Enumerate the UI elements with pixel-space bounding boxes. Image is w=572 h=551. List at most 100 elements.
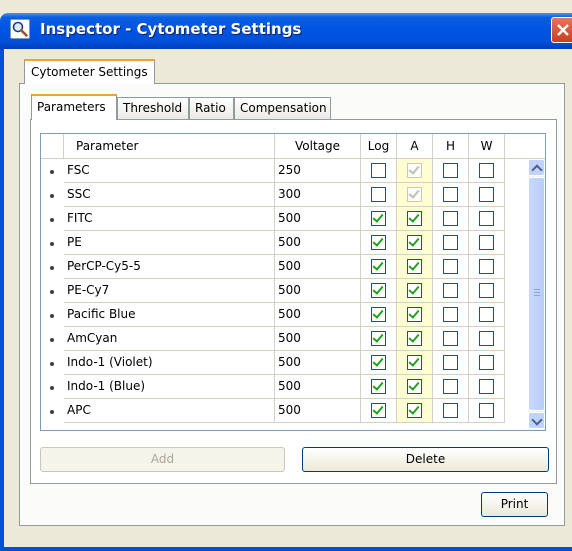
h-checkbox[interactable] — [443, 307, 458, 322]
a-checkbox[interactable] — [407, 259, 422, 274]
w-checkbox[interactable] — [479, 307, 494, 322]
table-row[interactable]: PerCP-Cy5-5 500 — [41, 255, 529, 279]
log-checkbox[interactable] — [371, 163, 386, 178]
w-checkbox[interactable] — [479, 355, 494, 370]
a-checkbox[interactable] — [407, 403, 422, 418]
log-checkbox[interactable] — [371, 379, 386, 394]
log-cell — [361, 183, 397, 207]
tab-compensation[interactable]: Compensation — [234, 97, 331, 119]
w-checkbox[interactable] — [479, 163, 494, 178]
table-row[interactable]: Indo-1 (Violet) 500 — [41, 351, 529, 375]
scroll-up-button[interactable] — [528, 159, 545, 176]
vertical-scrollbar[interactable] — [528, 159, 545, 430]
scroll-down-button[interactable] — [528, 412, 545, 429]
parameter-cell[interactable]: Pacific Blue — [64, 303, 275, 327]
voltage-cell[interactable]: 500 — [275, 303, 361, 327]
voltage-cell[interactable]: 250 — [275, 159, 361, 183]
column-header-h[interactable]: H — [433, 134, 469, 159]
log-checkbox[interactable] — [371, 331, 386, 346]
column-header-voltage[interactable]: Voltage — [275, 134, 361, 159]
h-checkbox[interactable] — [443, 235, 458, 250]
voltage-cell[interactable]: 500 — [275, 375, 361, 399]
voltage-cell[interactable]: 500 — [275, 351, 361, 375]
tab-cytometer-settings[interactable]: Cytometer Settings — [24, 59, 155, 84]
log-checkbox[interactable] — [371, 403, 386, 418]
log-checkbox[interactable] — [371, 283, 386, 298]
h-checkbox[interactable] — [443, 355, 458, 370]
w-checkbox[interactable] — [479, 379, 494, 394]
tab-ratio[interactable]: Ratio — [189, 97, 234, 119]
table-row[interactable]: FITC 500 — [41, 207, 529, 231]
a-checkbox[interactable] — [407, 235, 422, 250]
voltage-cell[interactable]: 500 — [275, 207, 361, 231]
table-row[interactable]: FSC 250 — [41, 159, 529, 183]
delete-button[interactable]: Delete — [302, 447, 549, 472]
voltage-cell[interactable]: 300 — [275, 183, 361, 207]
a-checkbox[interactable] — [407, 355, 422, 370]
h-checkbox[interactable] — [443, 283, 458, 298]
voltage-cell[interactable]: 500 — [275, 399, 361, 423]
w-checkbox[interactable] — [479, 283, 494, 298]
parameter-cell[interactable]: Indo-1 (Blue) — [64, 375, 275, 399]
w-checkbox[interactable] — [479, 403, 494, 418]
a-checkbox[interactable] — [407, 331, 422, 346]
column-header-log[interactable]: Log — [361, 134, 397, 159]
h-checkbox[interactable] — [443, 379, 458, 394]
parameter-cell[interactable]: PE-Cy7 — [64, 279, 275, 303]
parameter-cell[interactable]: FSC — [64, 159, 275, 183]
a-checkbox[interactable] — [407, 307, 422, 322]
tab-threshold[interactable]: Threshold — [117, 97, 189, 119]
table-row[interactable]: SSC 300 — [41, 183, 529, 207]
log-checkbox[interactable] — [371, 211, 386, 226]
add-button[interactable]: Add — [40, 447, 285, 472]
column-header-w[interactable]: W — [469, 134, 505, 159]
h-checkbox[interactable] — [443, 211, 458, 226]
w-checkbox[interactable] — [479, 187, 494, 202]
w-checkbox[interactable] — [479, 235, 494, 250]
log-checkbox[interactable] — [371, 259, 386, 274]
voltage-cell[interactable]: 500 — [275, 327, 361, 351]
close-button[interactable] — [551, 17, 572, 43]
print-button[interactable]: Print — [481, 492, 548, 517]
voltage-cell[interactable]: 500 — [275, 255, 361, 279]
parameters-grid: Parameter Voltage Log A H W FSC 250 SSC 300… — [40, 133, 546, 431]
table-row[interactable]: APC 500 — [41, 399, 529, 423]
table-row[interactable]: AmCyan 500 — [41, 327, 529, 351]
parameter-cell[interactable]: PerCP-Cy5-5 — [64, 255, 275, 279]
a-checkbox[interactable] — [407, 211, 422, 226]
h-checkbox[interactable] — [443, 331, 458, 346]
parameter-cell[interactable]: PE — [64, 231, 275, 255]
parameter-cell[interactable]: APC — [64, 399, 275, 423]
voltage-cell[interactable]: 500 — [275, 231, 361, 255]
w-checkbox[interactable] — [479, 211, 494, 226]
log-checkbox[interactable] — [371, 355, 386, 370]
checkmark-icon — [408, 355, 420, 367]
log-checkbox[interactable] — [371, 187, 386, 202]
a-checkbox[interactable] — [407, 283, 422, 298]
h-checkbox[interactable] — [443, 259, 458, 274]
log-cell — [361, 255, 397, 279]
h-checkbox[interactable] — [443, 187, 458, 202]
log-checkbox[interactable] — [371, 235, 386, 250]
table-row[interactable]: Pacific Blue 500 — [41, 303, 529, 327]
column-header-parameter[interactable]: Parameter — [64, 134, 275, 159]
voltage-cell[interactable]: 500 — [275, 279, 361, 303]
a-checkbox[interactable] — [407, 379, 422, 394]
w-checkbox[interactable] — [479, 259, 494, 274]
w-checkbox[interactable] — [479, 331, 494, 346]
w-cell — [469, 279, 505, 303]
parameter-cell[interactable]: FITC — [64, 207, 275, 231]
table-row[interactable]: PE-Cy7 500 — [41, 279, 529, 303]
column-header-a[interactable]: A — [397, 134, 433, 159]
parameter-cell[interactable]: AmCyan — [64, 327, 275, 351]
tab-parameters[interactable]: Parameters — [31, 94, 117, 120]
table-row[interactable]: PE 500 — [41, 231, 529, 255]
log-checkbox[interactable] — [371, 307, 386, 322]
h-checkbox[interactable] — [443, 403, 458, 418]
parameter-cell[interactable]: SSC — [64, 183, 275, 207]
parameter-cell[interactable]: Indo-1 (Violet) — [64, 351, 275, 375]
table-row[interactable]: Indo-1 (Blue) 500 — [41, 375, 529, 399]
h-checkbox[interactable] — [443, 163, 458, 178]
scroll-thumb[interactable] — [528, 177, 545, 411]
title-bar[interactable]: Inspector - Cytometer Settings — [0, 13, 572, 49]
